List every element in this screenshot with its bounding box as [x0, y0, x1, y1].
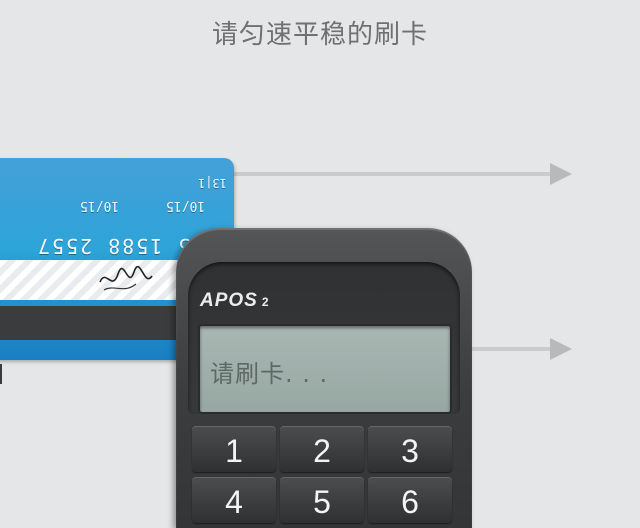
arrow-head-icon [550, 338, 572, 360]
swipe-direction-arrow-top [232, 163, 572, 185]
device-brand: APOS 2 [200, 290, 270, 312]
card-code: 13|1 [198, 176, 227, 190]
key-5[interactable]: 5 [280, 477, 364, 523]
card-edge [0, 364, 2, 384]
card-date-1: 10/15 [80, 198, 120, 213]
key-2[interactable]: 2 [280, 426, 364, 472]
signature-scribble-icon [99, 265, 153, 291]
swipe-instruction: 请匀速平稳的刷卡 [211, 20, 428, 50]
brand-name: APOS [200, 290, 258, 311]
card-reader-device: APOS 2 请刷卡. . . 1 2 3 4 5 6 [176, 228, 472, 528]
brand-model: 2 [261, 295, 270, 309]
key-1[interactable]: 1 [192, 426, 276, 472]
screen-message: 请刷卡. . . [210, 360, 329, 388]
swipe-direction-arrow-bottom [470, 338, 572, 360]
device-screen: 请刷卡. . . [198, 324, 452, 414]
card-date-2: 10/15 [166, 198, 206, 213]
keypad: 1 2 3 4 5 6 [192, 426, 456, 523]
key-3[interactable]: 3 [368, 426, 452, 472]
key-4[interactable]: 4 [192, 477, 276, 523]
arrow-head-icon [550, 163, 572, 185]
key-6[interactable]: 6 [368, 477, 452, 523]
